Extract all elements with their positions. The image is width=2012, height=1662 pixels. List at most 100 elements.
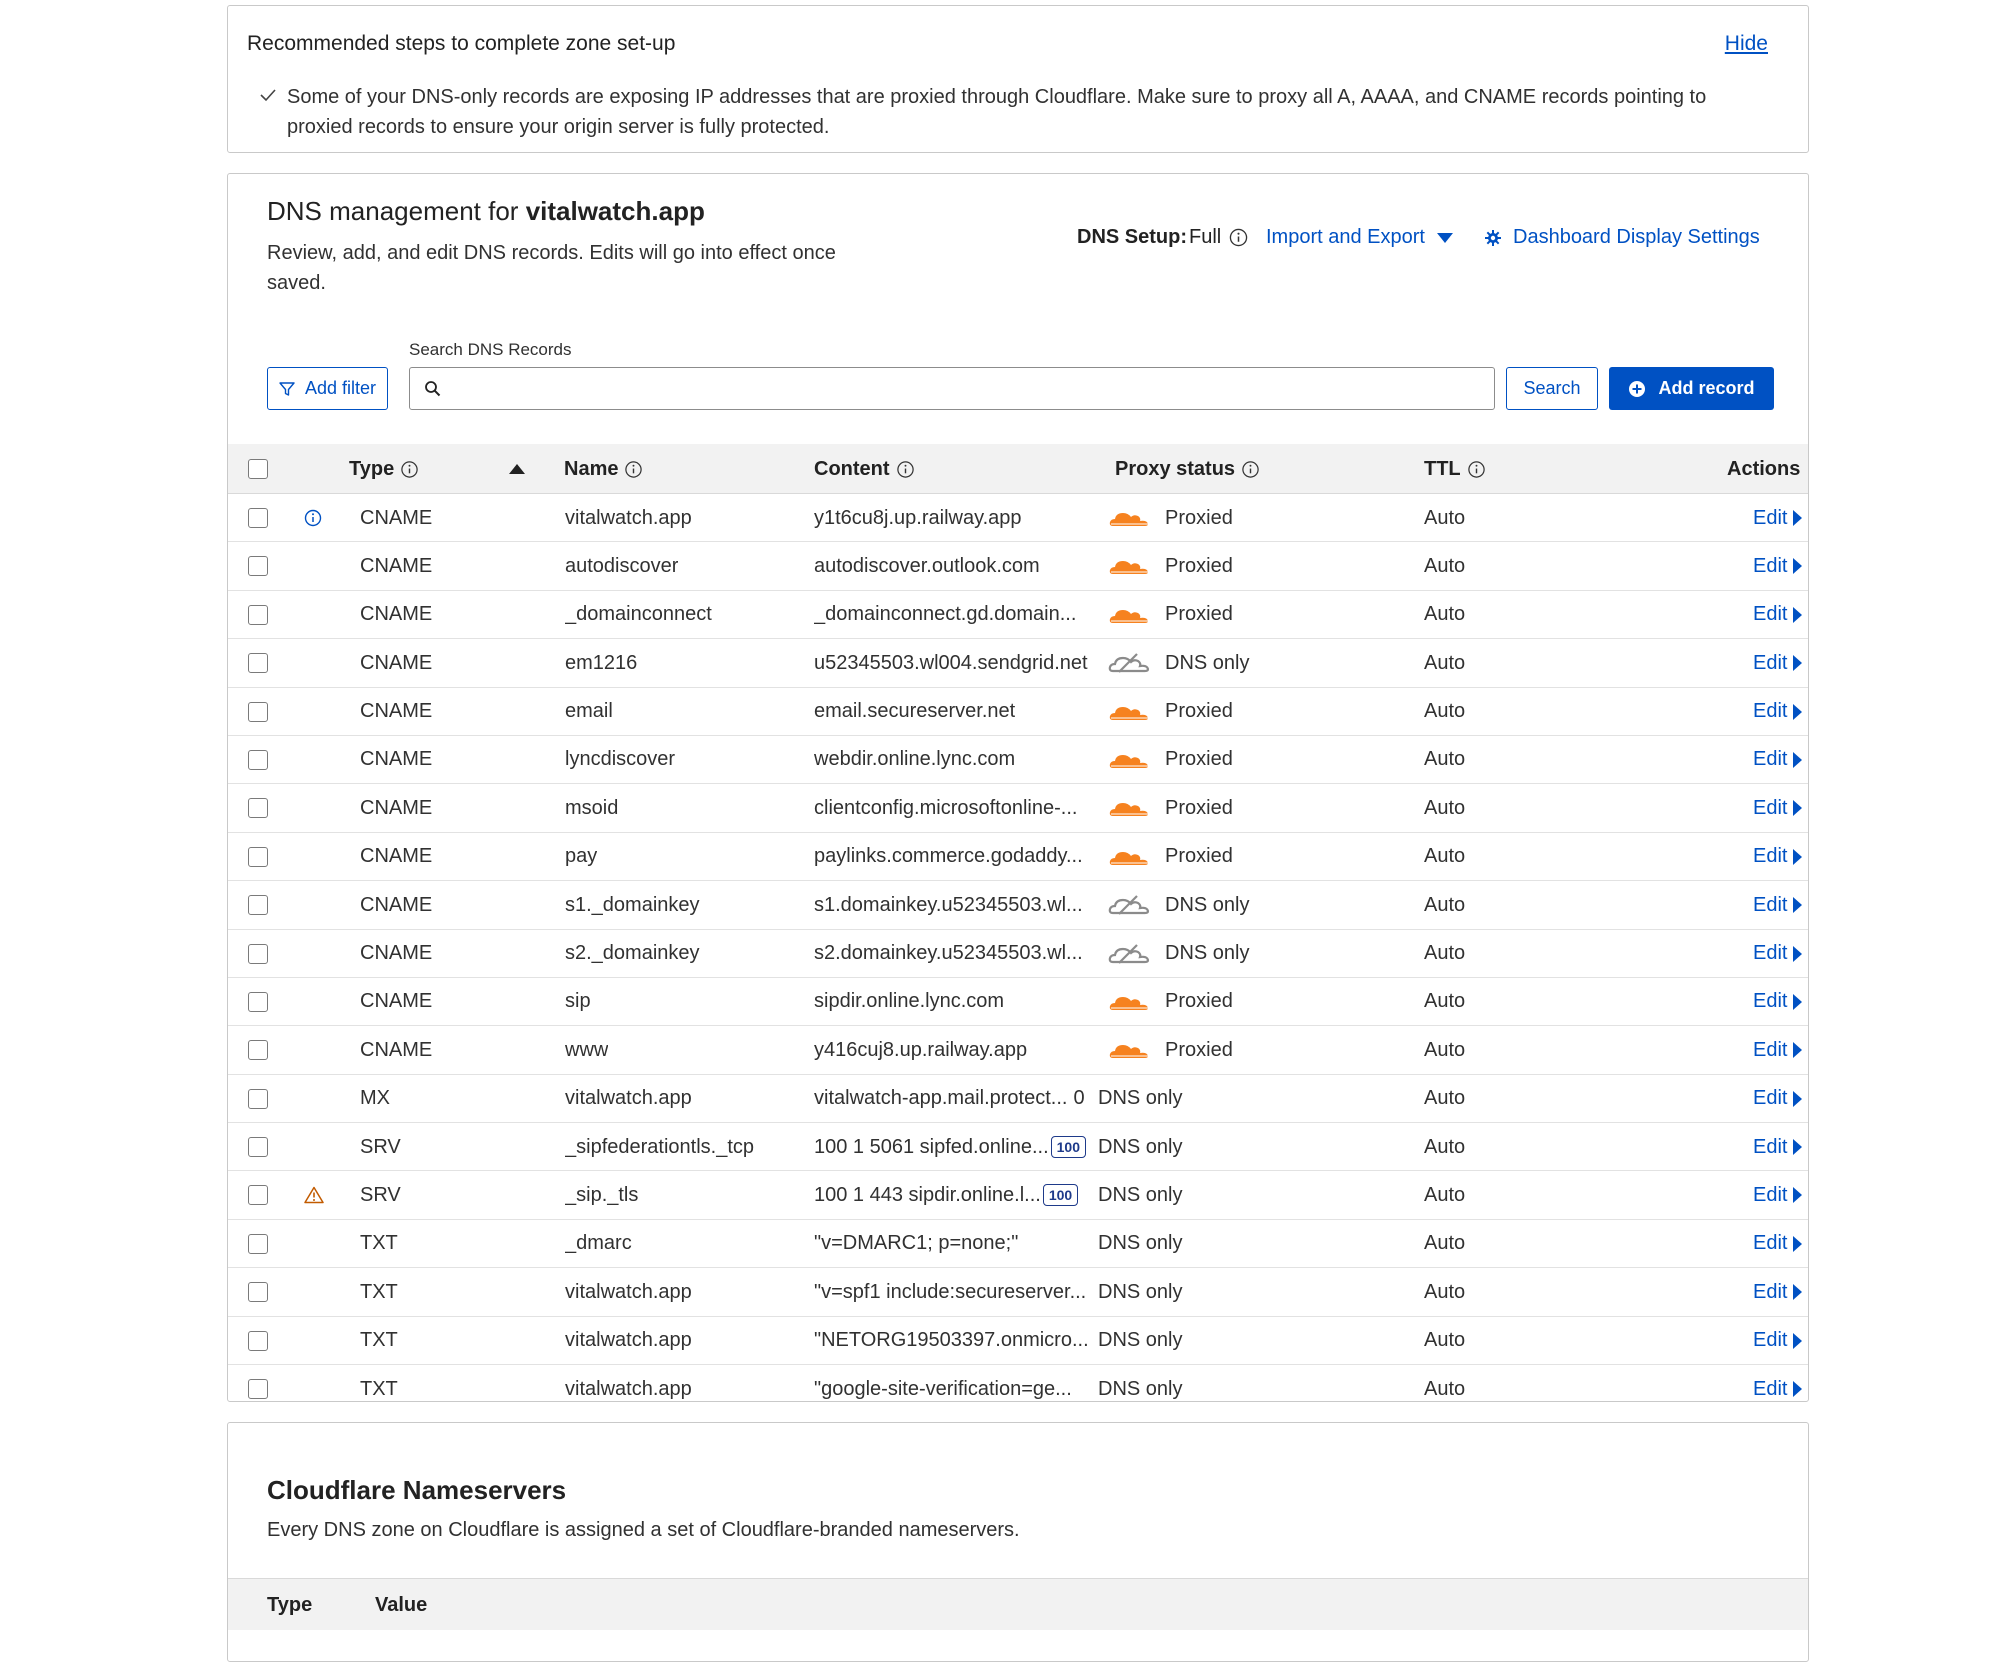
- table-row[interactable]: CNAME s2._domainkey s2.domainkey.u52345503…: [228, 930, 1808, 978]
- record-name-text: autodiscover: [565, 554, 679, 577]
- info-icon[interactable]: [1467, 460, 1486, 479]
- column-ttl[interactable]: TTL: [1424, 444, 1486, 494]
- table-row[interactable]: TXT _dmarc "v=DMARC1; p=none;" DNS only Auto…: [228, 1220, 1808, 1269]
- info-icon[interactable]: [304, 509, 322, 527]
- add-record-button[interactable]: Add record: [1609, 367, 1774, 410]
- dns-records-list: CNAME vitalwatch.app y1t6cu8j.up.railway.a…: [228, 494, 1808, 1401]
- table-row[interactable]: CNAME vitalwatch.app y1t6cu8j.up.railway.a…: [228, 494, 1808, 543]
- column-name[interactable]: Name: [564, 444, 643, 494]
- info-icon[interactable]: [400, 460, 419, 479]
- row-checkbox[interactable]: [248, 749, 268, 770]
- edit-button[interactable]: Edit: [1753, 881, 1803, 929]
- add-filter-label: Add filter: [304, 378, 377, 398]
- hide-link[interactable]: Hide: [1725, 32, 1768, 56]
- table-row[interactable]: TXT vitalwatch.app "google-site-verificati…: [228, 1365, 1808, 1401]
- table-row[interactable]: SRV _sip._tls 100 1 443 sipdir.online.l...…: [228, 1171, 1808, 1220]
- column-proxy-status[interactable]: Proxy status: [1115, 444, 1260, 494]
- edit-button[interactable]: Edit: [1753, 1123, 1803, 1171]
- table-row[interactable]: CNAME em1216 u52345503.wl004.sendgrid.net D…: [228, 639, 1808, 688]
- table-row[interactable]: CNAME pay paylinks.commerce.godaddy... Prox…: [228, 833, 1808, 882]
- proxy-status-label: Proxied: [1165, 506, 1233, 529]
- sort-ascending-icon[interactable]: [509, 444, 525, 494]
- table-row[interactable]: TXT vitalwatch.app "v=spf1 include:secures…: [228, 1268, 1808, 1317]
- record-name: msoid: [565, 784, 800, 832]
- edit-button[interactable]: Edit: [1753, 978, 1803, 1026]
- edit-button[interactable]: Edit: [1753, 1026, 1803, 1074]
- row-checkbox[interactable]: [248, 1040, 268, 1061]
- proxied-cloud-icon: [1109, 706, 1149, 720]
- row-checkbox[interactable]: [248, 846, 268, 867]
- record-name-text: s1._domainkey: [565, 893, 700, 916]
- row-checkbox[interactable]: [248, 1088, 268, 1109]
- column-type-label: Type: [349, 457, 395, 480]
- select-all-checkbox[interactable]: [248, 459, 268, 479]
- edit-button[interactable]: Edit: [1753, 688, 1803, 736]
- table-row[interactable]: CNAME autodiscover autodiscover.outlook.co…: [228, 542, 1808, 591]
- row-checkbox[interactable]: [248, 508, 268, 528]
- edit-button[interactable]: Edit: [1753, 1268, 1803, 1316]
- edit-button[interactable]: Edit: [1753, 1317, 1803, 1365]
- row-checkbox[interactable]: [248, 1282, 268, 1303]
- row-checkbox[interactable]: [248, 798, 268, 819]
- row-checkbox[interactable]: [248, 1185, 268, 1206]
- edit-button[interactable]: Edit: [1753, 833, 1803, 881]
- row-checkbox[interactable]: [248, 1137, 268, 1158]
- table-row[interactable]: SRV _sipfederationtls._tcp 100 1 5061 sipf…: [228, 1123, 1808, 1172]
- search-input[interactable]: [451, 377, 1494, 400]
- edit-button[interactable]: Edit: [1753, 1220, 1803, 1268]
- dns-setup-label: DNS Setup:: [1077, 226, 1187, 248]
- row-checkbox[interactable]: [248, 604, 268, 625]
- info-icon[interactable]: [896, 460, 915, 479]
- table-row[interactable]: CNAME lyncdiscover webdir.online.lync.com P…: [228, 736, 1808, 785]
- proxy-status: DNS only: [1098, 1220, 1328, 1268]
- table-row[interactable]: TXT vitalwatch.app "NETORG19503397.onmicro…: [228, 1317, 1808, 1366]
- table-row[interactable]: CNAME email email.secureserver.net Proxied A…: [228, 688, 1808, 736]
- warning-icon[interactable]: [304, 1186, 324, 1204]
- info-icon[interactable]: [1241, 460, 1260, 479]
- record-ttl: Auto: [1424, 1232, 1466, 1255]
- search-field[interactable]: [409, 367, 1495, 410]
- table-row[interactable]: CNAME _domainconnect _domainconnect.gd.dom…: [228, 591, 1808, 640]
- row-checkbox[interactable]: [248, 1379, 268, 1400]
- row-checkbox[interactable]: [248, 895, 268, 916]
- row-checkbox[interactable]: [248, 701, 268, 722]
- record-name-text: em1216: [565, 651, 638, 674]
- edit-button[interactable]: Edit: [1753, 494, 1803, 542]
- table-row[interactable]: CNAME msoid clientconfig.microsoftonline-.…: [228, 784, 1808, 833]
- column-content[interactable]: Content: [814, 444, 915, 494]
- info-icon[interactable]: [624, 460, 643, 479]
- info-icon[interactable]: [1229, 228, 1248, 247]
- add-filter-button[interactable]: Add filter: [267, 367, 388, 410]
- row-checkbox[interactable]: [248, 556, 268, 577]
- column-type[interactable]: Type: [349, 444, 419, 494]
- edit-button[interactable]: Edit: [1753, 542, 1803, 590]
- proxy-status-label: DNS only: [1098, 1087, 1183, 1110]
- table-row[interactable]: CNAME sip sipdir.online.lync.com Proxied Aut…: [228, 978, 1808, 1027]
- record-type: CNAME: [360, 603, 433, 626]
- proxy-status: Proxied: [1107, 688, 1337, 736]
- row-checkbox[interactable]: [248, 991, 268, 1012]
- edit-button[interactable]: Edit: [1753, 1075, 1803, 1123]
- edit-button[interactable]: Edit: [1753, 784, 1803, 832]
- edit-button[interactable]: Edit: [1753, 736, 1803, 784]
- import-export-menu[interactable]: Import and Export: [1266, 226, 1453, 249]
- edit-button[interactable]: Edit: [1753, 1171, 1803, 1219]
- proxy-status: Proxied: [1107, 494, 1337, 542]
- edit-button[interactable]: Edit: [1753, 639, 1803, 687]
- search-button[interactable]: Search: [1506, 367, 1598, 410]
- row-checkbox[interactable]: [248, 1233, 268, 1254]
- caret-right-icon: [1793, 1187, 1803, 1204]
- table-row[interactable]: CNAME www y416cuj8.up.railway.app Proxied Au…: [228, 1026, 1808, 1075]
- table-row[interactable]: MX vitalwatch.app vitalwatch-app.mail.prot…: [228, 1075, 1808, 1124]
- row-checkbox[interactable]: [248, 653, 268, 674]
- row-checkbox[interactable]: [248, 1330, 268, 1351]
- caret-right-icon: [1793, 1235, 1803, 1252]
- edit-button[interactable]: Edit: [1753, 591, 1803, 639]
- record-type: CNAME: [360, 748, 433, 771]
- edit-button[interactable]: Edit: [1753, 930, 1803, 978]
- caret-right-icon: [1793, 1381, 1803, 1398]
- row-checkbox[interactable]: [248, 943, 268, 964]
- table-row[interactable]: CNAME s1._domainkey s1.domainkey.u52345503…: [228, 881, 1808, 930]
- edit-button[interactable]: Edit: [1753, 1365, 1803, 1401]
- dashboard-display-settings-link[interactable]: Dashboard Display Settings: [1485, 226, 1760, 249]
